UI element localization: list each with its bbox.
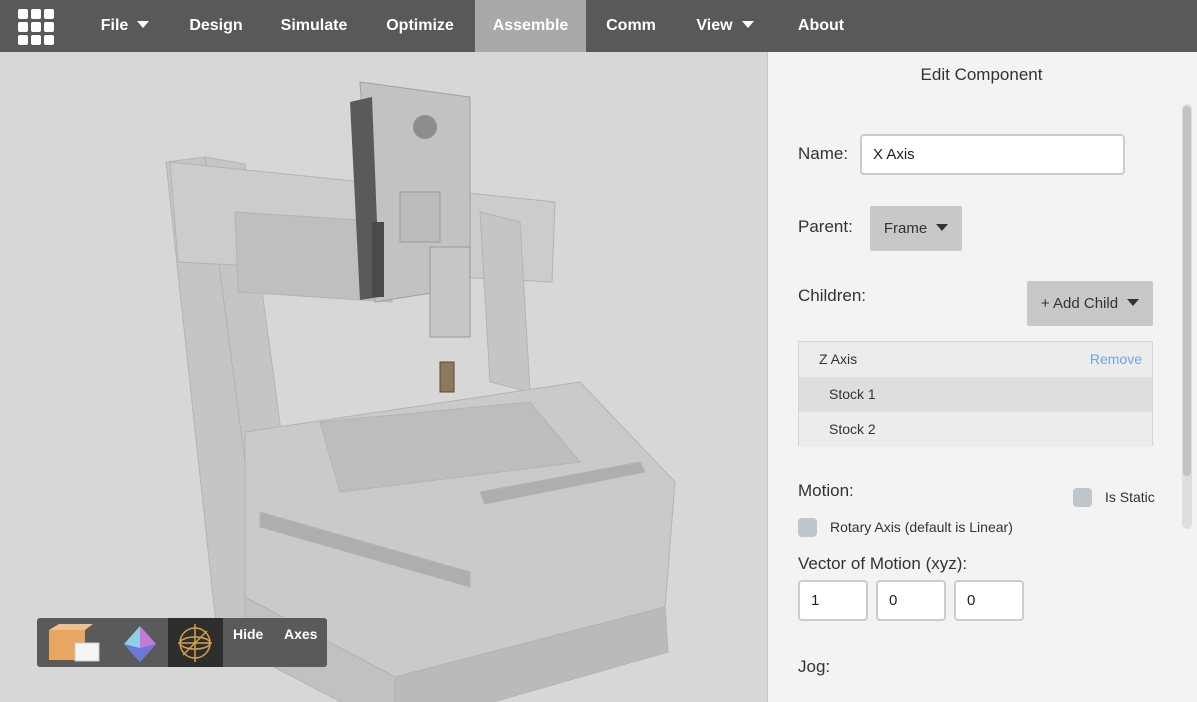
3d-viewport[interactable]: Hide Axes <box>0 52 767 702</box>
is-static-checkbox[interactable] <box>1073 488 1092 507</box>
nav-assemble-label: Assemble <box>492 17 569 34</box>
hide-button[interactable]: Hide <box>233 626 263 642</box>
nav-about[interactable]: About <box>780 0 862 52</box>
nav-file[interactable]: File <box>83 0 167 52</box>
octahedron-icon[interactable] <box>110 618 168 667</box>
add-child-label: + Add Child <box>1040 295 1119 312</box>
chevron-down-icon <box>741 21 754 29</box>
cnc-machine-model[interactable] <box>0 52 767 702</box>
vector-y-input[interactable]: 0 <box>876 580 946 621</box>
nav-simulate-label: Simulate <box>280 17 348 34</box>
box-icon[interactable] <box>37 618 110 667</box>
panel-title: Edit Component <box>920 65 1043 84</box>
child-label: Z Axis <box>819 351 858 367</box>
rotary-axis-label: Rotary Axis (default is Linear) <box>830 519 1013 535</box>
nav-comm[interactable]: Comm <box>590 0 672 52</box>
nav-design-label: Design <box>189 17 243 34</box>
remove-link[interactable]: Remove <box>1090 342 1142 377</box>
is-static-label: Is Static <box>1105 489 1155 505</box>
chevron-down-icon <box>137 21 150 29</box>
list-item[interactable]: Stock 1 <box>799 377 1152 412</box>
edit-component-panel: Edit Component Name: X Axis Parent: Fram… <box>767 52 1197 702</box>
name-label: Name: <box>798 144 849 163</box>
vector-z-input[interactable]: 0 <box>954 580 1024 621</box>
add-child-button[interactable]: + Add Child <box>1027 281 1153 326</box>
jog-label: Jog: <box>798 657 831 676</box>
nav-simulate[interactable]: Simulate <box>266 0 362 52</box>
axes-button[interactable]: Axes <box>284 626 317 642</box>
nav-view-label: View <box>696 17 733 34</box>
vector-z-value: 0 <box>967 592 976 609</box>
nav-file-label: File <box>100 17 129 34</box>
nav-assemble[interactable]: Assemble <box>475 0 586 52</box>
nav-optimize-label: Optimize <box>386 17 454 34</box>
view-toolbar: Hide Axes <box>37 618 327 667</box>
children-list: Z Axis Remove Stock 1 Stock 2 <box>798 341 1153 447</box>
rotary-axis-checkbox[interactable] <box>798 518 817 537</box>
nav-about-label: About <box>797 17 845 34</box>
top-nav-bar: File Design Simulate Optimize Assemble C… <box>0 0 1197 52</box>
axes-gimbal-icon[interactable] <box>168 618 223 667</box>
children-label: Children: <box>798 286 867 305</box>
chevron-down-icon <box>1127 299 1140 306</box>
panel-scrollbar[interactable] <box>1182 104 1192 529</box>
child-label: Stock 2 <box>829 421 876 437</box>
vector-label: Vector of Motion (xyz): <box>798 554 968 573</box>
motion-label: Motion: <box>798 481 854 500</box>
list-item[interactable]: Z Axis Remove <box>799 342 1152 377</box>
list-item[interactable]: Stock 2 <box>799 412 1152 447</box>
name-input[interactable]: X Axis <box>860 134 1125 175</box>
vector-x-input[interactable]: 1 <box>798 580 868 621</box>
nav-view[interactable]: View <box>680 0 770 52</box>
parent-value: Frame <box>883 220 928 237</box>
parent-dropdown[interactable]: Frame <box>870 206 962 251</box>
child-label: Stock 1 <box>829 386 876 402</box>
scrollbar-thumb[interactable] <box>1183 106 1191 476</box>
app-grid-logo-icon[interactable] <box>18 9 54 45</box>
nav-design[interactable]: Design <box>175 0 257 52</box>
name-input-value: X Axis <box>873 146 915 163</box>
nav-comm-label: Comm <box>606 17 656 34</box>
vector-y-value: 0 <box>889 592 898 609</box>
vector-x-value: 1 <box>811 592 820 609</box>
chevron-down-icon <box>936 224 949 231</box>
nav-optimize[interactable]: Optimize <box>370 0 470 52</box>
parent-label: Parent: <box>798 217 853 236</box>
